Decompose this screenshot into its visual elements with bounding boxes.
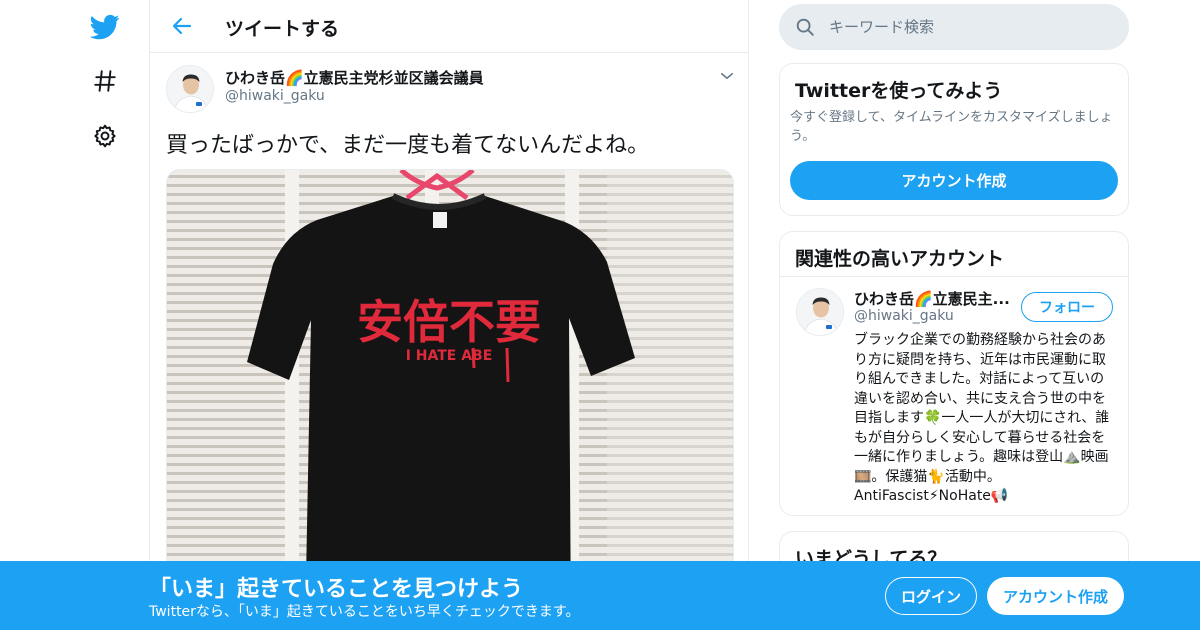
- related-accounts-card: 関連性の高いアカウント ひわき岳🌈立憲民主... @hiwaki_gaku フォ…: [779, 231, 1129, 516]
- banner-signup-button[interactable]: アカウント作成: [987, 577, 1124, 615]
- arrow-left-icon[interactable]: [170, 14, 194, 38]
- related-account-handle[interactable]: @hiwaki_gaku: [854, 308, 954, 324]
- search-input[interactable]: [823, 4, 1113, 50]
- twitter-bird-icon[interactable]: [90, 12, 120, 42]
- main-header: ツイートする: [150, 0, 748, 53]
- chevron-down-icon[interactable]: [718, 67, 736, 85]
- hashtag-icon[interactable]: [90, 66, 120, 96]
- author-avatar[interactable]: [166, 65, 214, 113]
- shirt-print-sub: I HATE ABE: [406, 348, 493, 364]
- follow-button[interactable]: フォロー: [1021, 292, 1113, 322]
- banner-title: 「いま」起きていることを見つけよう: [149, 577, 524, 602]
- try-card-description: 今すぐ登録して、タイムラインをカスタマイズしましょう。: [790, 110, 1113, 144]
- related-header: 関連性の高いアカウント: [780, 232, 1128, 277]
- main-column: ツイートする ひわき岳🌈立憲民主党杉並区議会議員 @hiwaki_gaku 買っ…: [149, 0, 749, 630]
- gear-icon[interactable]: [90, 121, 120, 151]
- signup-button[interactable]: アカウント作成: [790, 161, 1118, 200]
- search-bar: [779, 4, 1129, 50]
- tweet-text: 買ったばっかで、まだ一度も着てないんだよね。: [166, 133, 650, 158]
- shirt-print-main: 安倍不要: [357, 295, 541, 349]
- try-card-title: Twitterを使ってみよう: [795, 80, 1003, 102]
- search-icon: [794, 16, 816, 38]
- author-handle[interactable]: @hiwaki_gaku: [225, 88, 325, 104]
- banner-subtitle: Twitterなら、「いま」起きていることをいち早くチェックできます。: [149, 604, 580, 620]
- page-title: ツイートする: [225, 18, 340, 40]
- signup-banner: 「いま」起きていることを見つけよう Twitterなら、「いま」起きていることを…: [0, 561, 1200, 630]
- related-account-name[interactable]: ひわき岳🌈立憲民主...: [854, 288, 1014, 309]
- try-twitter-card: Twitterを使ってみよう 今すぐ登録して、タイムラインをカスタマイズしましょ…: [779, 63, 1129, 216]
- author-name[interactable]: ひわき岳🌈立憲民主党杉並区議会議員: [225, 67, 484, 88]
- login-button[interactable]: ログイン: [885, 577, 977, 615]
- related-account-bio: ブラック企業での勤務経験から社会のあり方に疑問を持ち、近年は市民運動に取り組んで…: [854, 332, 1110, 504]
- related-title: 関連性の高いアカウント: [795, 248, 1005, 270]
- tweet-photo[interactable]: 安倍不要 I HATE ABE: [166, 169, 734, 629]
- related-avatar[interactable]: [796, 288, 844, 336]
